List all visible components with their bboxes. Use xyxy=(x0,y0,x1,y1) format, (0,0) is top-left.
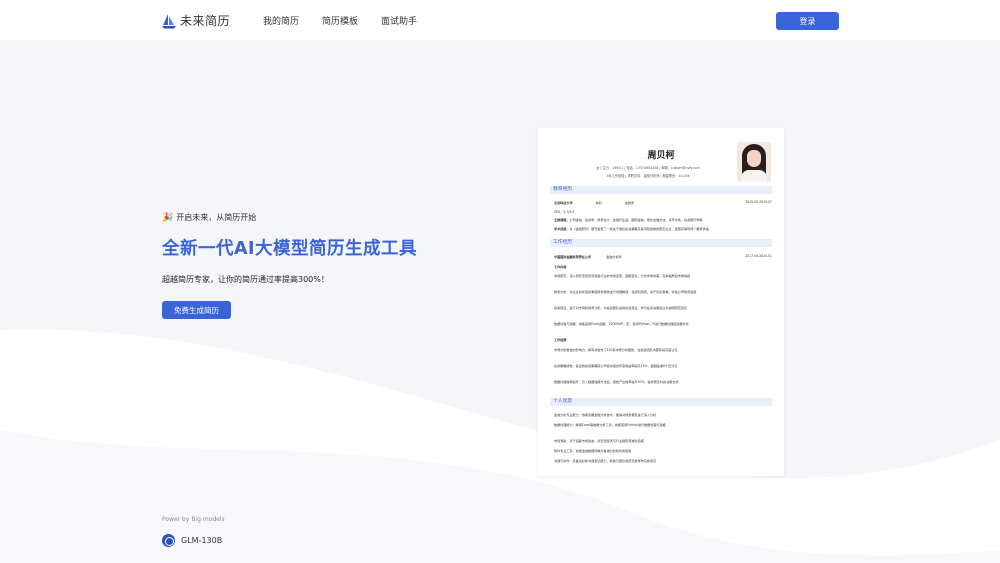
login-button[interactable]: 登录 xyxy=(776,12,839,30)
resume-contact-line: 女 | 生日：1995/1 | 电话：13574654438 | 邮箱：cust… xyxy=(596,166,700,170)
edu-degree: 本科 xyxy=(595,201,602,205)
main-nav: 我的简历 简历模板 面试助手 xyxy=(263,14,417,27)
edu-school: 北京科技大学 xyxy=(554,201,573,205)
work-results-heading: 工作成绩 xyxy=(554,338,567,342)
edu-course-text: 公司金融、投资学、财务会计、金融衍生品、国际金融、量化金融方法、货币市场、投资银… xyxy=(569,218,703,222)
work-role: 金融分析师 xyxy=(606,255,622,259)
advantage-line: 金融分析专业能力：熟练掌握金融分析技术，能够对财务报表进行深入分析 xyxy=(554,413,657,417)
work-content-heading: 工作内容 xyxy=(554,265,567,269)
sailboat-logo-icon xyxy=(162,13,176,28)
powered-by-text: Power by Big models xyxy=(162,516,225,523)
edu-research: 学术成就：在《金融研究》期刊发表了一篇关于量化投资策略及其风险控制的研究论文，选… xyxy=(554,226,772,231)
tagline-text: 开启未来，从简历开始 xyxy=(176,213,257,222)
work-result: 数据处理效率提升：引入数据建模方法后，报告产出效率提升30%，提供更及时的决策支… xyxy=(554,380,679,384)
model-logo-icon xyxy=(162,534,175,547)
work-dates: 2017.04-2024.01 xyxy=(745,254,772,258)
section-advantages: 个人优势 xyxy=(550,398,772,406)
edu-course-label: 主修课程： xyxy=(554,218,570,222)
work-line: 市场研究：深入研究宏观经济和各行业的市场走势、政策变化，分析市场供需、竞争格局和… xyxy=(554,274,691,278)
advantage-line: 数据处理能力：精通Excel等数据分析工具，熟练使用Python进行数据处理与建… xyxy=(554,423,666,427)
resume-intent-line: 3年工作经验 | 求职意向：金融分析师 | 期望薪资：10-20k xyxy=(606,174,690,178)
hero-subtitle: 超越简历专家，让你的简历通过率提高300%！ xyxy=(162,275,329,284)
party-popper-icon: 🎉 xyxy=(162,212,174,223)
nav-resume-templates[interactable]: 简历模板 xyxy=(322,14,358,27)
work-line: 数据处理与建模：熟练运用Excel函数、VLOOKUP、宏，使用Python、R… xyxy=(554,322,689,326)
nav-my-resume[interactable]: 我的简历 xyxy=(263,14,299,27)
top-nav-bar: 未来简历 我的简历 简历模板 面试助手 登录 xyxy=(0,0,1000,40)
work-result: 市场分析报告的影响力：撰写并发布了120篇市场分析报告，在投资团队内部获得高度认… xyxy=(554,348,678,352)
resume-photo xyxy=(737,142,771,182)
edu-research-text: 在《金融研究》期刊发表了一篇关于量化投资策略及其风险控制的研究论文，选题获得导师… xyxy=(569,227,712,231)
edu-courses: 主修课程：公司金融、投资学、财务会计、金融衍生品、国际金融、量化金融方法、货币市… xyxy=(554,217,772,222)
edu-dates: 2015.09-2019.07 xyxy=(745,200,772,204)
logo[interactable]: 未来简历 xyxy=(162,12,230,29)
resume-preview: 周贝柯 女 | 生日：1995/1 | 电话：13574654438 | 邮箱：… xyxy=(538,128,784,476)
tagline: 🎉 开启未来，从简历开始 xyxy=(162,212,417,223)
advantage-line: 沟通与协作：具备良好的沟通表达能力，能够与团队成员高效协作完成项目 xyxy=(554,459,657,463)
work-results-label: 工作成绩 xyxy=(554,337,772,342)
nav-interview-assistant[interactable]: 面试助手 xyxy=(381,14,417,27)
hero-title: 全新一代AI大模型简历生成工具 xyxy=(162,239,418,259)
edu-gpa: GPA：3.7/4.0 xyxy=(554,210,575,214)
model-name: GLM-130B xyxy=(181,536,223,545)
model-badge: GLM-130B xyxy=(162,534,222,547)
section-work: 工作经历 xyxy=(550,239,772,247)
work-line: 投资建议：基于对市场和财务分析，为投资团队提供投资建议，参与投资决策会议并说明研… xyxy=(554,306,688,310)
edu-research-label: 学术成就： xyxy=(554,227,570,231)
logo-text: 未来简历 xyxy=(180,14,231,28)
work-row: 中国国际金融有限责任公司 金融分析师 2017.04-2024.01 xyxy=(554,254,772,259)
section-education: 教育经历 xyxy=(550,186,772,194)
work-content-label: 工作内容 xyxy=(554,264,772,269)
work-line: 财务分析：对企业的年度和季度财务报告进行详细解读，包括利润表、资产负债表等，评估… xyxy=(554,290,697,294)
advantage-line: 软件专业工具：熟悉金融数据终端与各类分析软件的使用 xyxy=(554,449,632,453)
advantage-line: 市场洞察：善于追踪市场动态，对宏观经济与行业趋势有独到见解 xyxy=(554,439,644,443)
work-company: 中国国际金融有限责任公司 xyxy=(554,255,592,259)
work-result: 投资策略成效：提出的投资策略使公司投资组合年度收益率提高15%，超越基准8个百分… xyxy=(554,364,678,368)
hero-section: 🎉 开启未来，从简历开始 全新一代AI大模型简历生成工具 超越简历专家，让你的简… xyxy=(162,212,417,319)
edu-row: 北京科技大学 本科 金融学 2015.09-2019.07 xyxy=(554,200,772,205)
background-wave xyxy=(0,0,1000,563)
edu-major: 金融学 xyxy=(624,201,634,205)
generate-resume-button[interactable]: 免费生成简历 xyxy=(162,301,231,319)
